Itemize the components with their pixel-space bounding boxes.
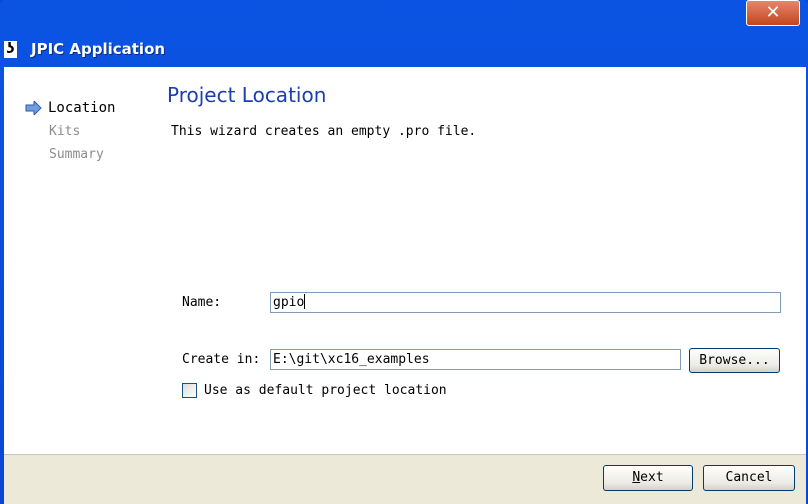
step-kits: Kits [49,124,81,139]
browse-button[interactable]: Browse... [689,348,780,373]
next-button[interactable]: Next [603,465,693,491]
default-location-checkbox[interactable] [182,383,197,398]
window-title: JPIC Application [31,40,166,58]
text-caret [304,294,306,309]
title-bar[interactable]: ʖ JPIC Application ✕ [0,0,808,64]
page-description: This wizard creates an empty .pro file. [171,124,477,139]
step-location: Location [48,100,116,116]
create-in-input[interactable]: E:\git\xc16_examples [270,349,681,370]
close-button[interactable]: ✕ [746,0,800,26]
name-input-value: gpio [273,295,305,310]
app-icon: ʖ [4,41,17,58]
create-in-value: E:\git\xc16_examples [273,352,430,367]
name-input[interactable]: gpio [270,292,781,313]
name-label: Name: [182,295,222,310]
step-summary: Summary [49,147,104,162]
create-in-label: Create in: [182,352,261,367]
page-title: Project Location [167,83,327,107]
current-step-arrow-icon [25,101,42,115]
default-location-label[interactable]: Use as default project location [204,383,447,398]
cancel-button[interactable]: Cancel [703,465,795,491]
